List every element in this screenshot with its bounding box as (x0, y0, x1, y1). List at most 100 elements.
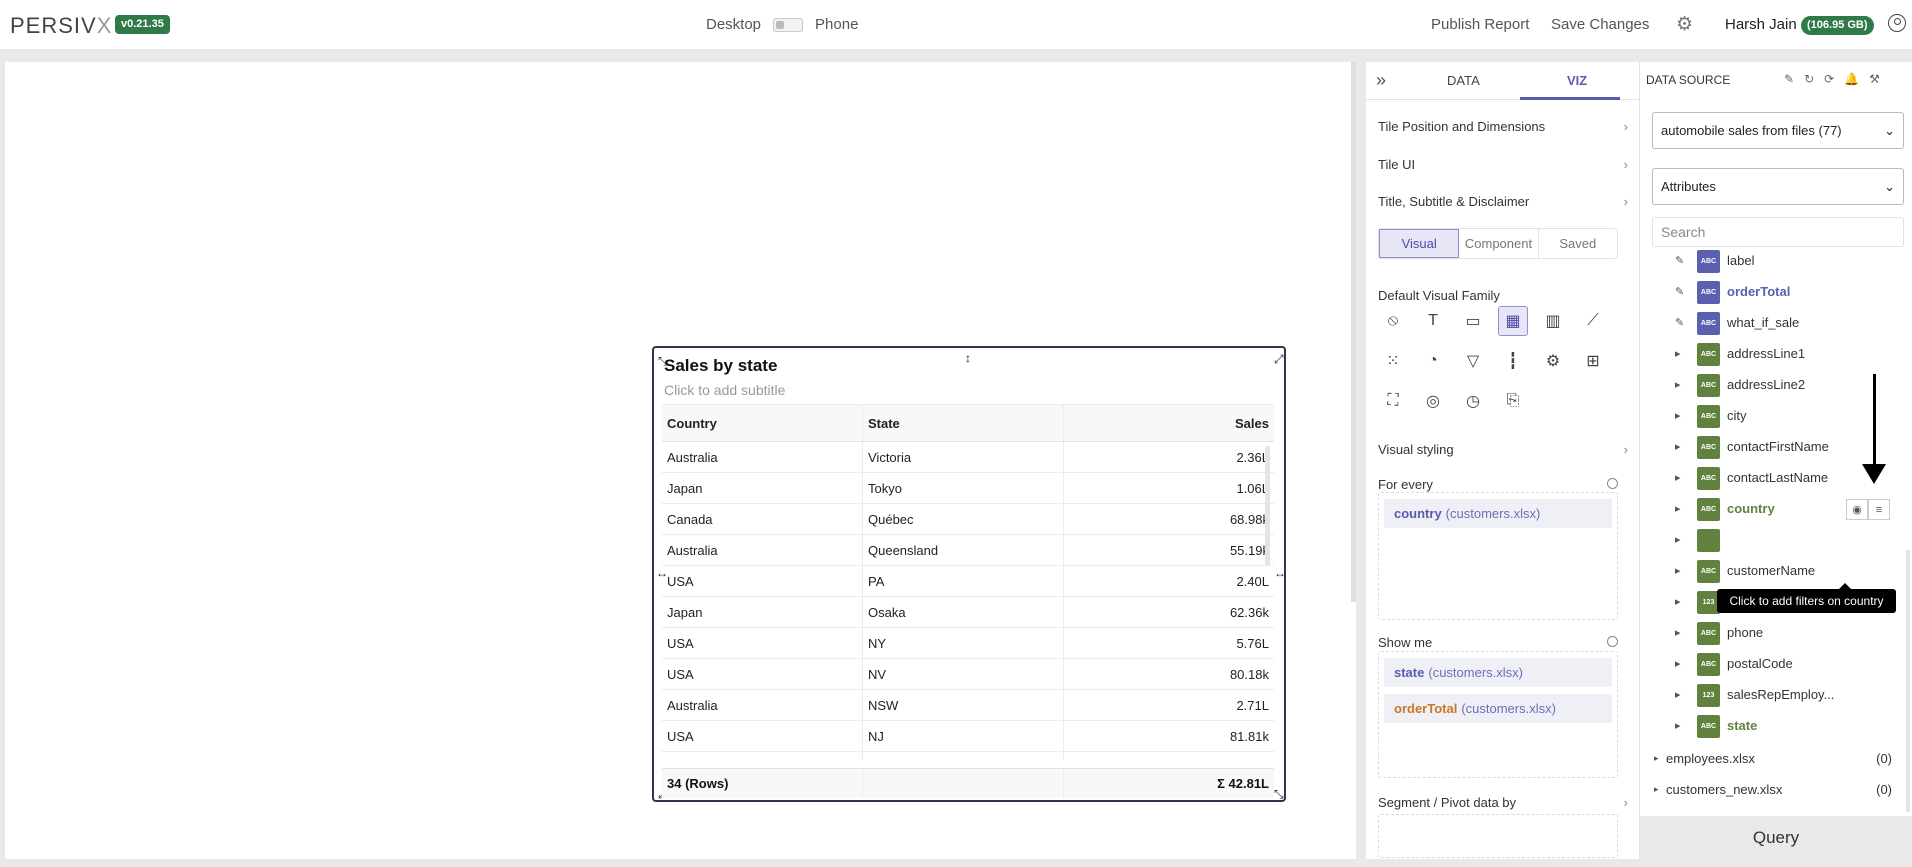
tile-title[interactable]: Sales by state (664, 356, 777, 376)
section-segment-pivot[interactable]: Segment / Pivot data by › (1378, 795, 1628, 810)
user-account-icon[interactable] (1888, 14, 1906, 32)
expand-triangle-icon[interactable]: ▸ (1654, 784, 1659, 795)
file-item-customers-new[interactable]: ▸ customers_new.xlsx (0) (1640, 779, 1912, 803)
sync-icon[interactable]: ⟳ (1824, 72, 1834, 86)
collapse-panel-icon[interactable]: » (1376, 70, 1386, 91)
table-visual-icon[interactable]: ▦ (1498, 306, 1528, 336)
scatter-chart-icon[interactable]: ⁙ (1378, 346, 1408, 376)
attribute-item[interactable]: ▸ ABC addressLine1 (1640, 341, 1912, 368)
data-source-select[interactable]: automobile sales from files (77) ⌄ (1652, 112, 1904, 149)
expand-triangle-icon[interactable]: ▸ (1675, 688, 1681, 701)
table-row[interactable]: Japan Osaka 62.36k (662, 597, 1274, 628)
section-visual-styling[interactable]: Visual styling › (1378, 442, 1628, 457)
attribute-item[interactable]: ▸ 123 salesRepEmploy... (1640, 682, 1912, 709)
table-row[interactable]: USA PA 2.40L (662, 566, 1274, 597)
table-row[interactable]: USA NV 80.18k (662, 659, 1274, 690)
expand-triangle-icon[interactable]: ▸ (1675, 564, 1681, 577)
settings-circle-icon[interactable] (1607, 636, 1618, 647)
refresh-icon[interactable]: ↻ (1804, 72, 1814, 86)
expand-triangle-icon[interactable]: ▸ (1675, 595, 1681, 608)
field-pill-country[interactable]: country (customers.xlsx) (1384, 499, 1612, 528)
expand-triangle-icon[interactable]: ▸ (1675, 533, 1681, 546)
section-tile-position[interactable]: Tile Position and Dimensions › (1378, 119, 1628, 134)
pencil-icon[interactable]: ✎ (1675, 316, 1684, 329)
attribute-item[interactable]: ✎ ABC what_if_sale (1640, 310, 1912, 337)
bar-chart-icon[interactable]: ▥ (1538, 306, 1568, 336)
canvas-scrollbar[interactable] (1351, 62, 1356, 602)
bell-icon[interactable]: 🔔 (1844, 72, 1859, 86)
filter-icon[interactable]: ≡ (1868, 499, 1890, 520)
attribute-item[interactable]: ✎ ABC label (1640, 248, 1912, 275)
for-every-dropzone[interactable]: country (customers.xlsx) (1378, 492, 1618, 620)
attribute-item[interactable]: ▸ ABC phone (1640, 620, 1912, 647)
segment-visual[interactable]: Visual (1379, 229, 1460, 258)
expand-triangle-icon[interactable]: ▸ (1675, 378, 1681, 391)
attribute-item[interactable]: ▸ ABC addressLine2 (1640, 372, 1912, 399)
field-pill-state[interactable]: state (customers.xlsx) (1384, 658, 1612, 687)
none-visual-icon[interactable]: ⦸ (1378, 306, 1408, 336)
attribute-type-select[interactable]: Attributes ⌄ (1652, 168, 1904, 205)
table-row[interactable]: Canada Québec 68.98k (662, 504, 1274, 535)
candlestick-chart-icon[interactable]: ┇ (1498, 346, 1528, 376)
section-tile-ui[interactable]: Tile UI › (1378, 157, 1628, 172)
table-tile[interactable]: Sales by state Click to add subtitle ⤡ ↕… (652, 346, 1286, 802)
pencil-icon[interactable]: ✎ (1675, 285, 1684, 298)
attribute-search-input[interactable] (1652, 217, 1904, 247)
publish-report-button[interactable]: Publish Report (1431, 16, 1529, 33)
resize-handle-top-left[interactable]: ⤡ (658, 355, 668, 367)
attribute-item[interactable]: ▸ (1640, 527, 1912, 554)
attribute-item[interactable]: ▸ ABC contactFirstName (1640, 434, 1912, 461)
table-row[interactable]: USANH1.10L (662, 752, 1274, 760)
gear-icon[interactable]: ⚙ (1676, 13, 1693, 36)
text-visual-icon[interactable]: T (1418, 306, 1448, 336)
mode-phone-label[interactable]: Phone (815, 16, 858, 33)
line-chart-icon[interactable]: ⟋ (1578, 306, 1608, 336)
column-header-state[interactable]: State (863, 405, 1064, 441)
settings-icon[interactable]: ⚒ (1869, 72, 1880, 86)
gear-icon[interactable]: ⚙ (1538, 346, 1568, 376)
column-header-country[interactable]: Country (662, 405, 863, 441)
expand-triangle-icon[interactable]: ▸ (1675, 626, 1681, 639)
table-row[interactable]: Australia Victoria 2.36L (662, 442, 1274, 473)
segment-dropzone[interactable] (1378, 814, 1618, 858)
js-file-icon[interactable]: ⎘ (1498, 386, 1528, 416)
table-body[interactable]: Australia Victoria 2.36L Japan Tokyo 1.06L C… (662, 442, 1274, 760)
column-header-sales[interactable]: Sales (1064, 405, 1274, 441)
section-title-subtitle[interactable]: Title, Subtitle & Disclaimer › (1378, 194, 1628, 209)
funnel-chart-icon[interactable]: ▽ (1458, 346, 1488, 376)
resize-handle-top-right[interactable]: ⤢ (1274, 353, 1284, 365)
device-toggle[interactable] (773, 17, 804, 32)
tab-viz[interactable]: VIZ (1567, 73, 1587, 88)
resize-handle-top[interactable]: ↕ (965, 352, 971, 364)
save-changes-button[interactable]: Save Changes (1551, 16, 1649, 33)
eye-icon[interactable]: ◉ (1846, 499, 1868, 520)
expand-triangle-icon[interactable]: ▸ (1675, 471, 1681, 484)
expand-triangle-icon[interactable]: ▸ (1654, 753, 1659, 764)
edit-icon[interactable]: ✎ (1784, 72, 1794, 86)
expand-triangle-icon[interactable]: ▸ (1675, 347, 1681, 360)
radar-chart-icon[interactable]: ◎ (1418, 386, 1448, 416)
gauge-chart-icon[interactable]: ◷ (1458, 386, 1488, 416)
attribute-item[interactable]: ▸ ABC city (1640, 403, 1912, 430)
query-button[interactable]: Query (1640, 816, 1912, 859)
pie-chart-icon[interactable]: ◔ (1418, 346, 1448, 376)
expand-triangle-icon[interactable]: ▸ (1675, 409, 1681, 422)
segment-saved[interactable]: Saved (1539, 229, 1617, 258)
tab-data[interactable]: DATA (1447, 73, 1480, 88)
show-me-dropzone[interactable]: state (customers.xlsx) orderTotal (custome… (1378, 651, 1618, 778)
table-row[interactable]: Australia NSW 2.71L (662, 690, 1274, 721)
map-visual-icon[interactable]: ⛶ (1378, 386, 1408, 416)
table-row[interactable]: Japan Tokyo 1.06L (662, 473, 1274, 504)
attribute-list-scrollbar[interactable] (1906, 550, 1910, 812)
table-row[interactable]: USA NJ 81.81k (662, 721, 1274, 752)
expand-triangle-icon[interactable]: ▸ (1675, 657, 1681, 670)
expand-triangle-icon[interactable]: ▸ (1675, 502, 1681, 515)
table-row[interactable]: Australia Queensland 55.19k (662, 535, 1274, 566)
attribute-item-country[interactable]: ▸ ABC country ◉ ≡ (1640, 496, 1912, 523)
settings-circle-icon[interactable] (1607, 478, 1618, 489)
mode-desktop-label[interactable]: Desktop (706, 16, 761, 33)
segment-component[interactable]: Component (1459, 229, 1539, 258)
field-pill-ordertotal[interactable]: orderTotal (customers.xlsx) (1384, 694, 1612, 723)
grid-layout-icon[interactable]: ⊞ (1578, 346, 1608, 376)
table-row[interactable]: USA NY 5.76L (662, 628, 1274, 659)
